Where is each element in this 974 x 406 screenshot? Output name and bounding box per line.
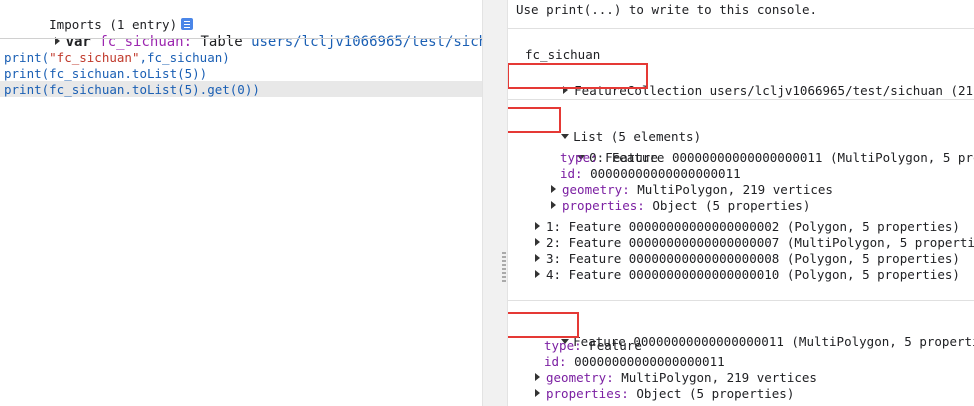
var-asset-path[interactable]: users/lcljv1066965/test/sichuan: [251, 34, 512, 50]
list-item-label: 4: Feature 00000000000000000010 (Polygon…: [546, 267, 960, 282]
console-separator: [508, 300, 974, 301]
code-string: "fc_sichuan": [49, 50, 140, 65]
expand-right-icon[interactable]: [535, 373, 540, 381]
list-item-3[interactable]: 3: Feature 00000000000000000008 (Polygon…: [535, 251, 960, 267]
properties-key: properties:: [546, 386, 629, 401]
imports-separator: [0, 38, 482, 39]
id-value: 00000000000000000011: [566, 354, 725, 369]
geometry-value: MultiPolygon, 219 vertices: [629, 182, 833, 197]
properties-value: Object (5 properties): [644, 198, 811, 213]
code-text: ,fc_sichuan): [139, 50, 230, 65]
id-row: id: 00000000000000000011: [560, 166, 741, 182]
properties-key: properties:: [562, 198, 645, 213]
var-type: Table: [200, 34, 243, 50]
code-text: print(fc_sichuan.toList(5).get(0)): [4, 82, 260, 97]
code-line-1[interactable]: print("fc_sichuan",fc_sichuan): [4, 50, 230, 66]
id-value: 00000000000000000011: [582, 166, 741, 181]
expand-right-icon[interactable]: [535, 389, 540, 397]
type-row: type: Feature: [560, 150, 658, 166]
console-label: fc_sichuan: [525, 47, 601, 62]
id-key: id:: [544, 354, 567, 369]
list-item-1[interactable]: 1: Feature 00000000000000000002 (Polygon…: [535, 219, 960, 235]
panel-divider[interactable]: [482, 0, 508, 406]
var-name: fc_sichuan: [99, 34, 184, 50]
list-item-4[interactable]: 4: Feature 00000000000000000010 (Polygon…: [535, 267, 960, 283]
console-panel: Use print(...) to write to this console.…: [508, 0, 974, 406]
expand-right-icon[interactable]: [551, 201, 556, 209]
list-item-2[interactable]: 2: Feature 00000000000000000007 (MultiPo…: [535, 235, 974, 251]
type-key: type:: [560, 150, 598, 165]
expand-right-icon[interactable]: [551, 185, 556, 193]
type-value: Feature: [581, 338, 642, 353]
code-line-3[interactable]: print(fc_sichuan.toList(5).get(0)): [4, 82, 260, 98]
code-line-2[interactable]: print(fc_sichuan.toList(5)): [4, 66, 207, 82]
code-text: print(: [4, 50, 50, 65]
highlight-box-list: [508, 107, 561, 133]
expand-right-icon[interactable]: [535, 270, 540, 278]
expand-right-icon[interactable]: [535, 222, 540, 230]
expand-right-icon[interactable]: [535, 238, 540, 246]
geometry-value: MultiPolygon, 219 vertices: [613, 370, 817, 385]
list-item-label: 1: Feature 00000000000000000002 (Polygon…: [546, 219, 960, 234]
highlight-box-featurecollection: [508, 63, 648, 89]
code-editor-app: Imports (1 entry) var fc_sichuan: Table …: [0, 0, 974, 406]
code-text: print(fc_sichuan.toList(5)): [4, 66, 208, 81]
featurecollection-desc: users/lcljv1066965/test/sichuan (21 elem…: [709, 83, 974, 98]
resize-grip[interactable]: [502, 252, 506, 284]
feature-type-row: type: Feature: [544, 338, 642, 354]
feature-geometry-row[interactable]: geometry: MultiPolygon, 219 vertices: [535, 370, 817, 386]
type-value: Feature: [597, 150, 658, 165]
properties-row[interactable]: properties: Object (5 properties): [551, 198, 810, 214]
var-colon: :: [183, 34, 193, 50]
list-item-label: 3: Feature 00000000000000000008 (Polygon…: [546, 251, 960, 266]
feature-desc: 00000000000000000011 (MultiPolygon, 5 pr…: [625, 334, 974, 349]
geometry-key: geometry:: [562, 182, 630, 197]
list-item-label: 2: Feature 00000000000000000007 (MultiPo…: [546, 235, 974, 250]
expand-right-icon[interactable]: [535, 254, 540, 262]
id-key: id:: [560, 166, 583, 181]
console-separator: [508, 28, 974, 29]
geometry-key: geometry:: [546, 370, 614, 385]
properties-value: Object (5 properties): [628, 386, 795, 401]
var-keyword: var: [65, 34, 91, 50]
type-key: type:: [544, 338, 582, 353]
code-editor-panel: Imports (1 entry) var fc_sichuan: Table …: [0, 0, 512, 406]
geometry-row[interactable]: geometry: MultiPolygon, 219 vertices: [551, 182, 833, 198]
console-separator: [508, 99, 974, 100]
feature-properties-row[interactable]: properties: Object (5 properties): [535, 386, 794, 402]
feature-id-row: id: 00000000000000000011: [544, 354, 725, 370]
highlight-box-feature: [508, 312, 579, 338]
console-hint: Use print(...) to write to this console.: [516, 2, 818, 17]
